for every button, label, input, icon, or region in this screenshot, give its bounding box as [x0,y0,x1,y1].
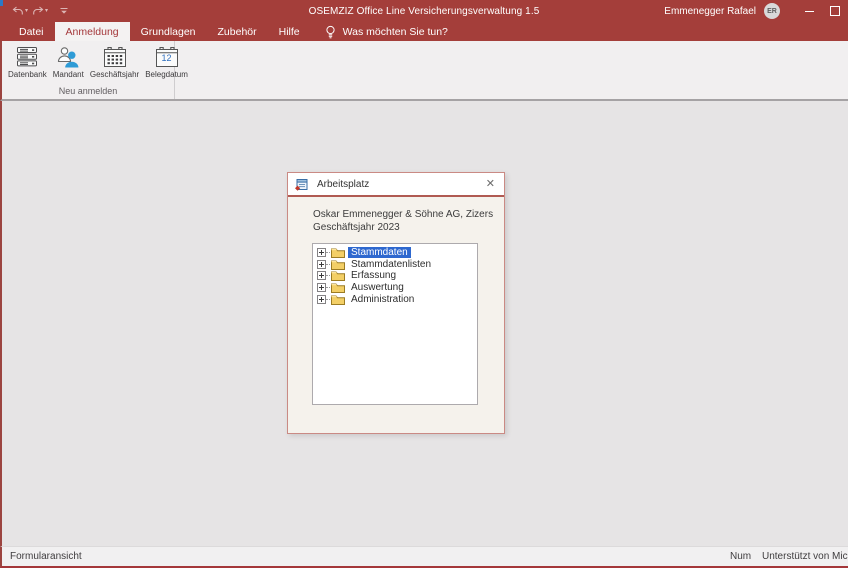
ribbon-group-label: Neu anmelden [2,86,174,96]
tab-hilfe[interactable]: Hilfe [268,22,311,41]
tree-item-auswertung[interactable]: Auswertung [313,282,477,294]
belegdatum-button[interactable]: 12 Belegdatum [143,43,190,80]
tree-connector [326,275,330,276]
tab-datei[interactable]: Datei [8,22,55,41]
datenbank-button[interactable]: Datenbank [6,43,49,80]
tab-zubehoer[interactable]: Zubehör [207,22,268,41]
tree-connector [326,252,330,253]
redo-icon [32,6,44,16]
tree-item-label[interactable]: Administration [348,294,417,305]
geschaeftsjahr-button[interactable]: Geschäftsjahr [88,43,141,80]
titlebar: ▾ ▾ OSEMZIZ Office Line Versicherungsver… [0,0,848,22]
num-lock-indicator: Num [730,551,751,562]
tell-me-label: Was möchten Sie tun? [343,26,448,38]
workspace-tree[interactable]: Stammdaten Stammdatenlisten Erfassung [312,243,478,405]
expand-icon[interactable] [317,295,326,304]
status-bar: Formularansicht Num Unterstützt von Micr… [0,546,848,568]
belegdatum-label: Belegdatum [145,70,188,79]
folder-icon [331,270,345,281]
tree-item-stammdatenlisten[interactable]: Stammdatenlisten [313,259,477,271]
datenbank-label: Datenbank [8,70,47,79]
customize-qat-icon [60,7,68,15]
undo-dropdown-icon[interactable]: ▾ [25,8,28,14]
tab-grundlagen[interactable]: Grundlagen [130,22,207,41]
redo-dropdown-icon[interactable]: ▾ [45,8,48,14]
document-area: Arbeitsplatz ✕ Oskar Emmenegger & Söhne … [0,101,848,546]
folder-icon [331,247,345,258]
database-icon [15,44,39,68]
fiscal-year: Geschäftsjahr 2023 [313,222,400,233]
expand-icon[interactable] [317,248,326,257]
folder-icon [331,259,345,270]
users-icon [56,44,80,68]
dialog-title: Arbeitsplatz [317,179,369,190]
belegdatum-day: 12 [155,53,179,63]
powered-by-label: Unterstützt von Microsoft Ac [762,551,848,562]
calendar-grid-icon [103,44,127,68]
dialog-titlebar[interactable]: Arbeitsplatz ✕ [288,173,504,197]
maximize-icon [830,6,840,16]
tree-item-label[interactable]: Auswertung [348,282,407,293]
tree-item-erfassung[interactable]: Erfassung [313,270,477,282]
customize-qat-button[interactable] [60,7,68,15]
undo-icon [12,6,24,16]
expand-icon[interactable] [317,260,326,269]
quick-access-toolbar: ▾ ▾ [12,6,68,16]
ribbon: Datenbank Mandant [0,41,848,101]
folder-icon [331,294,345,305]
mandant-label: Mandant [53,70,84,79]
form-icon [295,178,308,191]
expand-icon[interactable] [317,283,326,292]
maximize-button[interactable] [822,0,848,22]
tree-connector [326,299,330,300]
tree-connector [326,287,330,288]
expand-icon[interactable] [317,271,326,280]
tree-connector [326,264,330,265]
ribbon-tab-row: Datei Anmeldung Grundlagen Zubehör Hilfe… [0,22,848,41]
tree-item-label[interactable]: Erfassung [348,270,399,281]
redo-button[interactable]: ▾ [32,6,48,16]
minimize-button[interactable] [796,0,822,22]
app-window: ▾ ▾ OSEMZIZ Office Line Versicherungsver… [0,0,848,568]
dialog-close-icon[interactable]: ✕ [486,179,495,190]
tell-me-box[interactable]: Was möchten Sie tun? [325,22,448,41]
tree-item-administration[interactable]: Administration [313,293,477,305]
minimize-icon [805,11,814,12]
tab-anmeldung[interactable]: Anmeldung [55,22,130,41]
user-avatar[interactable]: ER [764,3,780,19]
signed-in-user[interactable]: Emmenegger Rafael [664,6,756,17]
tree-item-stammdaten[interactable]: Stammdaten [313,247,477,259]
ribbon-group-neu-anmelden: Datenbank Mandant [2,41,175,99]
tree-item-label[interactable]: Stammdaten [348,247,411,258]
folder-icon [331,282,345,293]
view-mode-label: Formularansicht [10,551,82,562]
undo-button[interactable]: ▾ [12,6,28,16]
arbeitsplatz-dialog: Arbeitsplatz ✕ Oskar Emmenegger & Söhne … [287,172,505,434]
tree-item-label[interactable]: Stammdatenlisten [348,259,434,270]
geschaeftsjahr-label: Geschäftsjahr [90,70,139,79]
titlebar-right: Emmenegger Rafael ER [664,0,848,22]
window-icon [0,0,3,6]
company-name: Oskar Emmenegger & Söhne AG, Zizers [313,209,493,220]
lightbulb-icon [325,25,336,39]
calendar-date-icon: 12 [155,44,179,68]
mandant-button[interactable]: Mandant [51,43,86,80]
